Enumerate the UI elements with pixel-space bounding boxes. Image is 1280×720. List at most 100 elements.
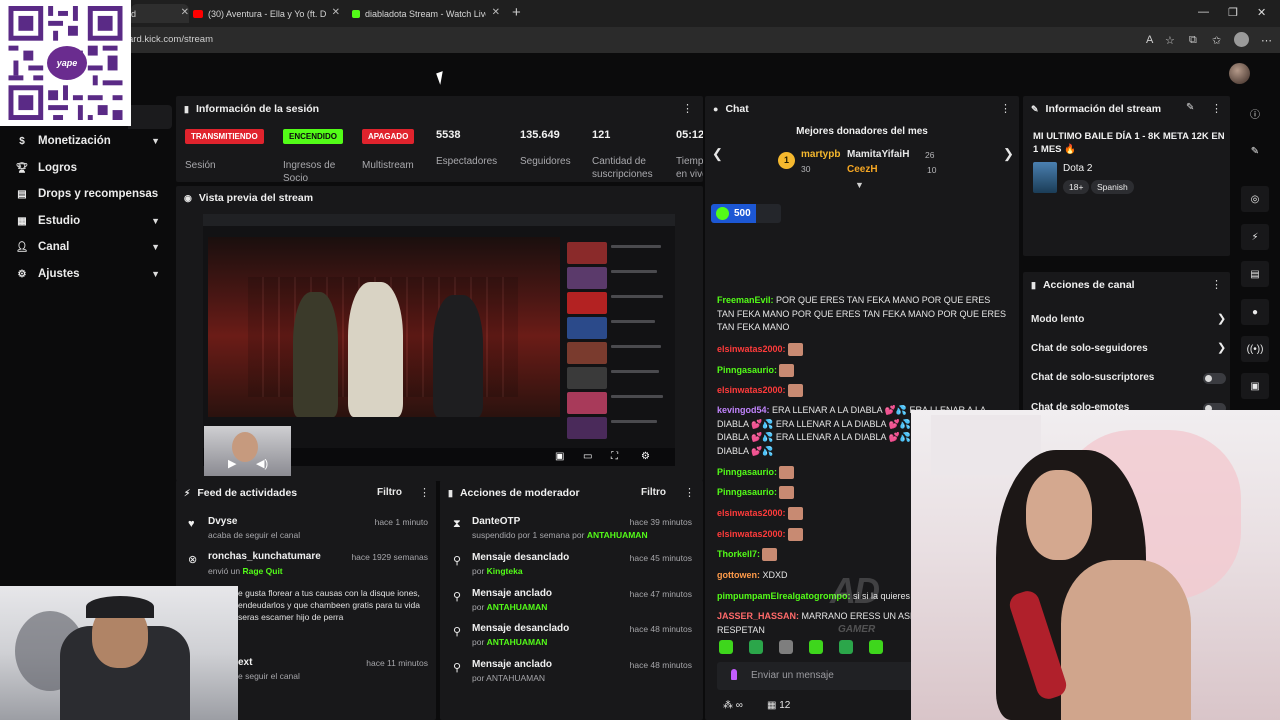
- sub-goal-progress[interactable]: 500: [711, 204, 781, 223]
- sidebar-item-drops[interactable]: ▤ Drops y recompensas: [14, 184, 164, 204]
- emote-image: [787, 384, 803, 398]
- more-icon[interactable]: ⋯: [1261, 34, 1272, 47]
- url-field[interactable]: ard.kick.com/stream: [128, 34, 213, 45]
- activity-name: ext: [238, 657, 253, 668]
- sidebar-item-monetizacion[interactable]: $ Monetización ▼: [14, 131, 164, 151]
- subscribers-only-option: Chat de solo-suscriptores: [1031, 372, 1155, 383]
- play-icon[interactable]: ▶: [228, 457, 236, 470]
- activity-sub: envió un Rage Quit: [208, 566, 283, 576]
- address-bar: ard.kick.com/stream A ☆ ⧉ ✩ ⋯: [0, 27, 1280, 53]
- star-icon[interactable]: ☆: [1165, 34, 1175, 47]
- settings-icon[interactable]: ⚙: [641, 451, 650, 462]
- chevron-right-icon[interactable]: ❯: [1217, 312, 1226, 325]
- emote-image: [779, 486, 795, 500]
- microphone-icon: [731, 669, 737, 680]
- sidebar-item-estudio[interactable]: ▦ Estudio ▼: [14, 211, 164, 231]
- volume-icon[interactable]: ◀): [256, 457, 268, 470]
- kebab-menu-icon[interactable]: ⋮: [1211, 102, 1222, 115]
- close-icon[interactable]: ✕: [181, 7, 189, 18]
- extensions-icon[interactable]: ⧉: [1189, 34, 1197, 47]
- sidebar-item-ajustes[interactable]: ⚙ Ajustes ▼: [14, 264, 164, 284]
- filter-button[interactable]: Filtro: [641, 487, 666, 498]
- activity-name: ronchas_kunchatumare: [208, 551, 321, 562]
- chat-input-placeholder: Enviar un mensaje: [751, 670, 834, 681]
- filter-button[interactable]: Filtro: [377, 487, 402, 498]
- emote-button[interactable]: [719, 640, 733, 654]
- favorites-icon[interactable]: ✩: [1212, 34, 1221, 47]
- window-close-icon[interactable]: ✕: [1257, 6, 1266, 19]
- chat-message-input[interactable]: Enviar un mensaje: [717, 662, 917, 690]
- followers-only-option[interactable]: Chat de solo-seguidores: [1031, 343, 1148, 354]
- channel-actions-title: Acciones de canal: [1042, 279, 1135, 291]
- chevron-right-icon[interactable]: ❯: [1217, 341, 1226, 354]
- close-icon[interactable]: ✕: [492, 7, 500, 18]
- sidebar-item-logros[interactable]: 🏆︎ Logros: [14, 158, 164, 178]
- kebab-menu-icon[interactable]: ⋮: [419, 486, 430, 499]
- emote-button[interactable]: [779, 640, 793, 654]
- browser-tab-kick[interactable]: diabladota Stream - Watch Live on Kick ✕: [352, 4, 500, 23]
- panel-title: ✎ Información del stream: [1031, 103, 1161, 115]
- preview-person: [433, 295, 483, 417]
- subs-label: Cantidad de suscripciones: [592, 156, 653, 180]
- theater-icon[interactable]: ▭: [583, 451, 592, 462]
- live-time-label: Tiempo en vivo: [676, 156, 703, 180]
- panel-title: ▮ Acciones de canal: [1031, 279, 1135, 291]
- kebab-menu-icon[interactable]: ⋮: [1000, 102, 1011, 115]
- maximize-icon[interactable]: ❐: [1228, 6, 1238, 19]
- mouse-cursor: [436, 71, 447, 85]
- category-name[interactable]: Dota 2: [1063, 163, 1092, 174]
- close-icon[interactable]: ✕: [332, 7, 340, 18]
- read-aloud-icon[interactable]: A: [1146, 34, 1153, 46]
- fullscreen-icon[interactable]: ⛶: [611, 451, 618, 462]
- chevron-right-icon[interactable]: ❯: [1003, 146, 1014, 162]
- browser-profile-avatar[interactable]: [1234, 32, 1249, 47]
- badge-label: Sesión: [185, 160, 216, 171]
- collapse-icon[interactable]: ▼: [855, 180, 864, 190]
- chevron-left-icon[interactable]: ❮: [712, 146, 723, 162]
- kebab-menu-icon[interactable]: ⋮: [684, 486, 695, 499]
- slow-mode-option[interactable]: Modo lento: [1031, 314, 1084, 325]
- infinity-settings[interactable]: ⁂ ∞: [723, 700, 743, 711]
- chat-bubble-icon[interactable]: ●: [1241, 299, 1269, 325]
- kebab-menu-icon[interactable]: ⋮: [682, 102, 693, 115]
- browser-tab-active[interactable]: d ✕: [131, 4, 189, 23]
- person-icon: 👤︎: [15, 241, 29, 253]
- emote-button[interactable]: [809, 640, 823, 654]
- subscribers-only-toggle[interactable]: [1203, 373, 1226, 384]
- status-badge-multistream: APAGADO: [362, 129, 415, 144]
- chat-bubble-icon: ●: [713, 104, 719, 114]
- info-icon[interactable]: ⓘ: [1241, 100, 1269, 126]
- viewers-label: Espectadores: [436, 156, 498, 167]
- emote-button[interactable]: [869, 640, 883, 654]
- mod-action-name: Mensaje anclado: [472, 588, 553, 599]
- activity-message: e gusta florear a tus causas con la disq…: [238, 588, 420, 622]
- tab-title: diabladota Stream - Watch Live on Kick: [365, 8, 486, 19]
- pip-icon[interactable]: ▣: [555, 451, 564, 462]
- emote-button[interactable]: [749, 640, 763, 654]
- donor-amount: 30: [801, 164, 811, 174]
- edit-icon[interactable]: ✎: [1186, 102, 1194, 113]
- chat-message: elsinwatas2000:: [717, 384, 1007, 398]
- emote-button[interactable]: [839, 640, 853, 654]
- target-icon[interactable]: ◎: [1241, 186, 1269, 212]
- activity-time: hace 1 minuto: [374, 517, 428, 527]
- top-donors-title: Mejores donadores del mes: [796, 126, 928, 137]
- pin-icon: ⚲: [453, 662, 462, 674]
- pencil-icon[interactable]: ✎: [1241, 138, 1269, 164]
- gift-icon: ▤: [17, 188, 27, 200]
- broadcast-icon[interactable]: ((•)): [1241, 336, 1269, 362]
- minimize-icon[interactable]: —: [1198, 6, 1209, 18]
- layout-icon[interactable]: ▣: [1241, 373, 1269, 399]
- clipboard-icon[interactable]: ▤: [1241, 261, 1269, 287]
- viewer-count[interactable]: ▦ 12: [767, 700, 790, 711]
- dollar-icon: $: [19, 135, 25, 147]
- new-tab-icon[interactable]: +: [512, 4, 521, 21]
- kick-icon: [352, 9, 360, 18]
- user-avatar[interactable]: [1229, 63, 1250, 84]
- channel-actions-panel: ▮ Acciones de canal ⋮ Modo lento ❯ Chat …: [1023, 272, 1230, 412]
- sidebar-item-canal[interactable]: 👤︎ Canal ▼: [14, 237, 164, 257]
- bolt-icon[interactable]: ⚡︎: [1241, 224, 1269, 250]
- browser-tab-youtube[interactable]: (30) Aventura - Ella y Yo (ft. Don Omar)…: [193, 4, 340, 23]
- kebab-menu-icon[interactable]: ⋮: [1211, 278, 1222, 291]
- tag-badge: 18+: [1063, 180, 1090, 194]
